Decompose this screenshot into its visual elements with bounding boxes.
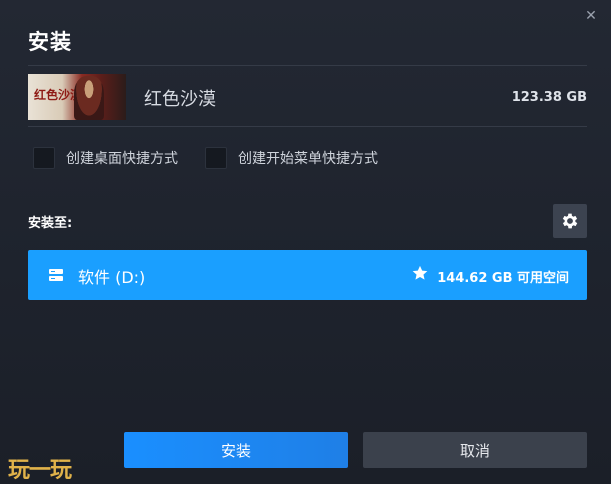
install-dialog: ✕ 安装 红色沙漠 红色沙漠 123.38 GB 创建桌面快捷方式 创建开始菜单… bbox=[0, 0, 611, 484]
desktop-shortcut-checkbox[interactable] bbox=[33, 147, 55, 169]
start-menu-shortcut-option[interactable]: 创建开始菜单快捷方式 bbox=[205, 147, 378, 169]
drive-name: 软件 (D:) bbox=[78, 268, 146, 287]
start-menu-shortcut-checkbox[interactable] bbox=[205, 147, 227, 169]
drive-option-d[interactable]: 软件 (D:) 144.62 GB 可用空间 bbox=[28, 250, 587, 300]
game-info-row: 红色沙漠 红色沙漠 123.38 GB bbox=[28, 65, 587, 127]
install-location-label: 安装至: bbox=[28, 216, 73, 231]
start-menu-shortcut-label: 创建开始菜单快捷方式 bbox=[238, 151, 378, 167]
drive-icon bbox=[49, 269, 63, 281]
desktop-shortcut-option[interactable]: 创建桌面快捷方式 bbox=[33, 147, 178, 169]
game-thumbnail: 红色沙漠 bbox=[28, 74, 126, 120]
thumbnail-figure bbox=[74, 76, 104, 120]
cancel-button[interactable]: 取消 bbox=[363, 432, 587, 468]
watermark-logo: 玩一玩 bbox=[8, 458, 72, 483]
game-size: 123.38 GB bbox=[511, 90, 587, 105]
close-button[interactable]: ✕ bbox=[581, 6, 601, 26]
drive-free-space: 144.62 GB 可用空间 bbox=[437, 271, 569, 286]
install-button[interactable]: 安装 bbox=[124, 432, 348, 468]
game-name: 红色沙漠 bbox=[144, 89, 216, 110]
star-icon bbox=[412, 265, 428, 280]
dialog-title: 安装 bbox=[28, 30, 72, 54]
close-icon: ✕ bbox=[585, 8, 597, 24]
desktop-shortcut-label: 创建桌面快捷方式 bbox=[66, 151, 178, 167]
install-settings-button[interactable] bbox=[553, 204, 587, 238]
gear-icon bbox=[562, 213, 578, 229]
